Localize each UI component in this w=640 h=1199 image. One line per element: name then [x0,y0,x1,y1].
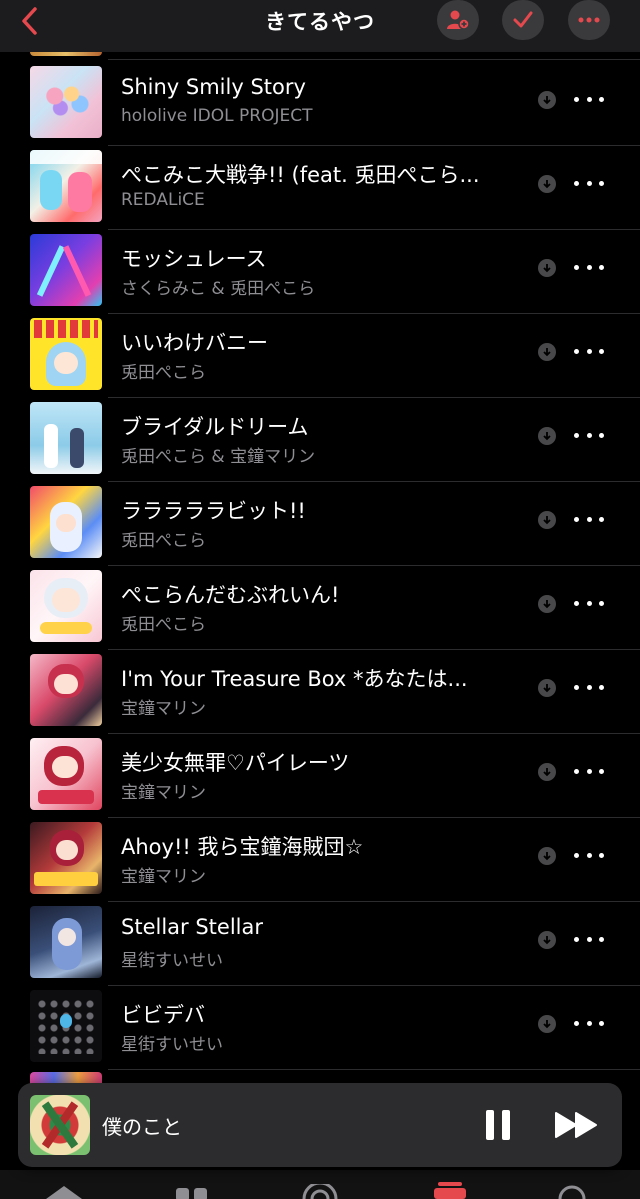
nav-header: きてるやつ [0,0,640,52]
tab-bar [0,1170,640,1199]
track-title: I'm Your Treasure Box *あなたは... [121,667,468,691]
album-artwork [30,654,102,726]
download-icon[interactable] [538,427,556,445]
album-artwork [30,570,102,642]
search-icon[interactable] [554,1184,590,1199]
track-artist: 宝鐘マリン [121,867,206,887]
track-artist: 兎田ぺこら [121,531,206,551]
album-artwork [30,738,102,810]
track-title: ぺこらんだむぶれいん! [121,583,340,607]
download-icon[interactable] [538,931,556,949]
divider [108,1069,640,1070]
track-title: ブライダルドリーム [121,415,309,439]
track-title: 美少女無罪♡パイレーツ [121,751,350,775]
download-icon[interactable] [538,259,556,277]
download-icon[interactable] [538,847,556,865]
track-more-button[interactable] [574,928,604,950]
page-title: きてるやつ [265,10,375,34]
track-artist: 星街すいせい [121,951,223,971]
track-artist: 兎田ぺこら & 宝鐘マリン [121,447,316,467]
download-icon[interactable] [538,343,556,361]
browse-icon[interactable] [174,1186,210,1199]
checkmark-icon [513,11,533,28]
track-title: Ahoy!! 我ら宝鐘海賊団☆ [121,835,364,859]
now-playing-title: 僕のこと [102,1115,182,1139]
now-playing-artwork [30,1095,90,1155]
previous-artwork-peek [30,52,102,56]
track-artist: 兎田ぺこら [121,615,206,635]
track-artist: さくらみこ & 兎田ぺこら [121,279,316,299]
pause-icon [486,1110,510,1140]
track-title: Stellar Stellar [121,915,263,939]
track-more-button[interactable] [574,172,604,194]
album-artwork [30,66,102,138]
track-more-button[interactable] [574,844,604,866]
mini-player[interactable]: 僕のこと [18,1083,622,1167]
track-title: モッシュレース [121,247,267,271]
download-icon[interactable] [538,763,556,781]
more-options-button[interactable] [568,0,610,40]
track-more-button[interactable] [574,88,604,110]
download-icon[interactable] [538,91,556,109]
track-more-button[interactable] [574,760,604,782]
download-icon[interactable] [538,1015,556,1033]
track-row[interactable]: ブライダルドリーム 兎田ぺこら & 宝鐘マリン [0,398,640,482]
track-title: Shiny Smily Story [121,75,306,99]
track-row[interactable]: Stellar Stellar 星街すいせい [0,902,640,986]
album-artwork [30,990,102,1062]
track-row[interactable]: いいわけバニー 兎田ぺこら [0,314,640,398]
track-title: いいわけバニー [121,331,268,355]
track-title: ビビデバ [121,1003,205,1027]
track-more-button[interactable] [574,256,604,278]
album-artwork [30,906,102,978]
album-artwork [30,402,102,474]
person-add-icon [447,10,470,30]
track-title: ぺこみこ大戦争!! (feat. 兎田ぺこら... [121,163,480,187]
track-row[interactable]: ビビデバ 星街すいせい [0,986,640,1070]
track-artist: 兎田ぺこら [121,363,206,383]
ellipsis-icon [578,17,600,23]
track-more-button[interactable] [574,1012,604,1034]
done-button[interactable] [502,0,544,40]
track-more-button[interactable] [574,424,604,446]
skip-forward-button[interactable] [554,1111,600,1139]
add-collaborator-button[interactable] [437,0,479,40]
track-more-button[interactable] [574,676,604,698]
divider [108,59,640,60]
track-row[interactable]: ぺこらんだむぶれいん! 兎田ぺこら [0,566,640,650]
download-icon[interactable] [538,679,556,697]
forward-icon [555,1112,597,1138]
download-icon[interactable] [538,511,556,529]
track-artist: hololive IDOL PROJECT [121,106,313,126]
album-artwork [30,822,102,894]
track-row[interactable]: Shiny Smily Story hololive IDOL PROJECT [0,62,640,146]
track-artist: 星街すいせい [121,1035,223,1055]
track-row[interactable]: Ahoy!! 我ら宝鐘海賊団☆ 宝鐘マリン [0,818,640,902]
album-artwork [30,234,102,306]
track-title: ラララララビット!! [121,499,306,523]
download-icon[interactable] [538,595,556,613]
download-icon[interactable] [538,175,556,193]
track-row[interactable]: I'm Your Treasure Box *あなたは... 宝鐘マリン [0,650,640,734]
track-row[interactable]: 美少女無罪♡パイレーツ 宝鐘マリン [0,734,640,818]
track-artist: 宝鐘マリン [121,699,206,719]
track-more-button[interactable] [574,592,604,614]
library-icon[interactable] [430,1180,470,1199]
radio-icon[interactable] [296,1184,344,1199]
pause-button[interactable] [484,1109,512,1141]
track-more-button[interactable] [574,508,604,530]
track-row[interactable]: ラララララビット!! 兎田ぺこら [0,482,640,566]
home-icon[interactable] [44,1184,84,1199]
track-artist: 宝鐘マリン [121,783,206,803]
album-artwork [30,318,102,390]
album-artwork [30,150,102,222]
track-row[interactable]: ぺこみこ大戦争!! (feat. 兎田ぺこら... REDALiCE [0,146,640,230]
track-more-button[interactable] [574,340,604,362]
album-artwork [30,486,102,558]
track-artist: REDALiCE [121,190,205,210]
track-row[interactable]: モッシュレース さくらみこ & 兎田ぺこら [0,230,640,314]
